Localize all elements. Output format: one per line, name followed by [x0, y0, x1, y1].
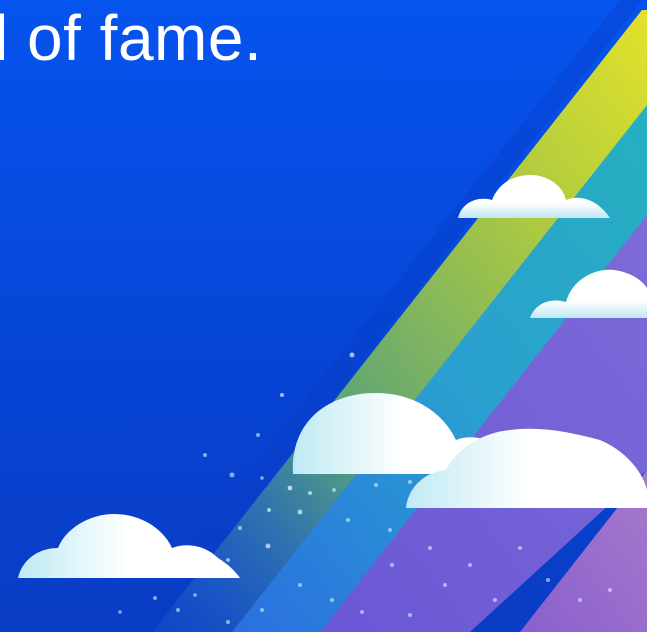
- headline-text: l of fame.: [0, 2, 263, 74]
- rainbow-clouds-illustration: [18, 0, 647, 632]
- slide-canvas: l of fame.: [0, 0, 647, 632]
